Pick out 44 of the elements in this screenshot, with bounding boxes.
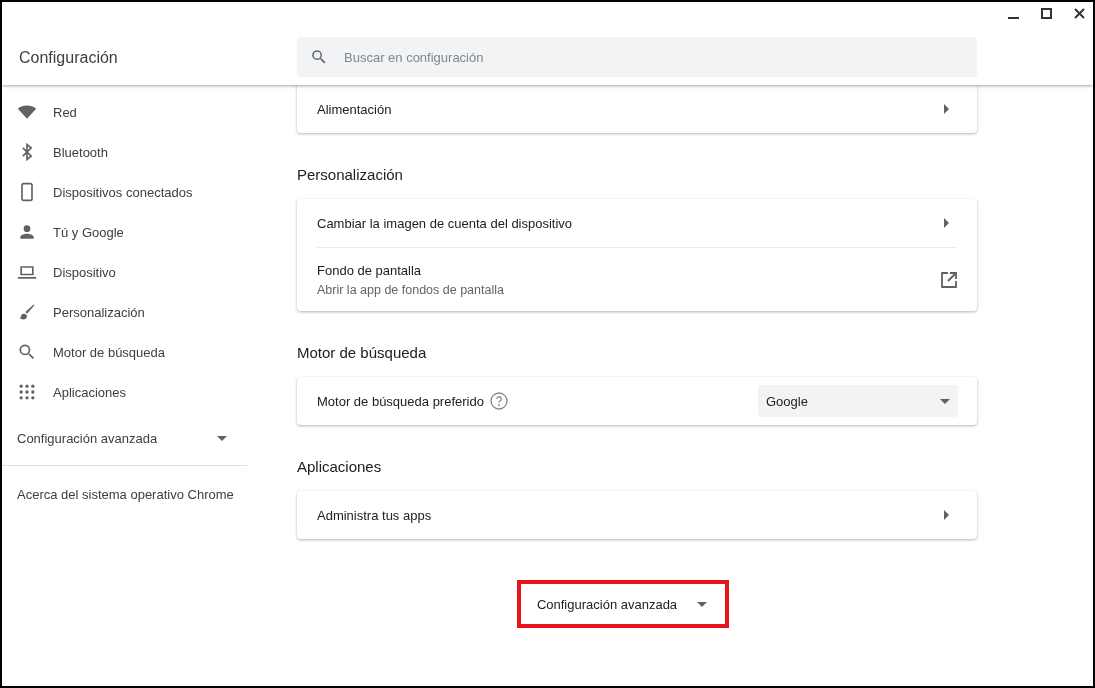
- sidebar-item[interactable]: Dispositivo: [2, 252, 247, 292]
- advanced-settings-button[interactable]: Configuración avanzada: [516, 580, 730, 628]
- settings-row[interactable]: Motor de búsqueda preferido Google: [317, 377, 957, 425]
- row-label: Cambiar la imagen de cuenta del dispositivo: [317, 215, 573, 231]
- brush-icon: [17, 302, 37, 322]
- caret-icon: [217, 435, 227, 441]
- sidebar-item[interactable]: Personalización: [2, 292, 247, 332]
- help-icon[interactable]: [489, 392, 508, 410]
- search-icon: [17, 342, 37, 362]
- settings-row[interactable]: Fondo de pantalla Abrir la app de fondos de pantalla: [317, 247, 957, 311]
- search-input[interactable]: Buscar en configuración: [342, 41, 977, 73]
- caret-icon: [940, 398, 950, 404]
- row-label: Alimentación: [317, 101, 392, 117]
- close-icon[interactable]: [1074, 8, 1085, 19]
- search-icon: [310, 48, 328, 66]
- arrow-right-icon: [944, 218, 949, 228]
- settings-row[interactable]: Administra tus apps: [317, 491, 957, 539]
- sidebar-item[interactable]: Aplicaciones: [2, 372, 247, 412]
- row-label: Administra tus apps: [317, 507, 432, 523]
- apps-icon: [17, 382, 37, 402]
- settings-row[interactable]: Alimentación: [317, 85, 957, 133]
- person-icon: [17, 222, 37, 242]
- arrow-right-icon: [944, 510, 949, 520]
- external-link-icon: [941, 271, 957, 288]
- search-engine-dropdown[interactable]: Google: [758, 385, 958, 417]
- row-description: Abrir la app de fondos de pantalla: [317, 282, 505, 297]
- arrow-right-icon: [944, 104, 949, 114]
- sidebar-item[interactable]: Bluetooth: [2, 132, 247, 172]
- sidebar-item[interactable]: Acerca del sistema operativo Chrome: [2, 466, 247, 502]
- advanced-settings-toggle[interactable]: Configuración avanzada: [2, 412, 247, 464]
- page-title: Configuración: [18, 49, 119, 67]
- section-heading: Aplicaciones: [297, 458, 383, 475]
- settings-row[interactable]: Cambiar la imagen de cuenta del dispositivo: [317, 199, 957, 247]
- row-label: Fondo de pantalla: [317, 262, 422, 278]
- sidebar-item[interactable]: Red: [2, 92, 247, 132]
- sidebar-item[interactable]: Motor de búsqueda: [2, 332, 247, 372]
- sidebar-item[interactable]: Dispositivos conectados: [2, 172, 247, 212]
- section-heading: Personalización: [297, 166, 404, 183]
- caret-icon: [697, 601, 708, 607]
- search-field[interactable]: Buscar en configuración: [297, 37, 977, 77]
- sidebar-item[interactable]: Tú y Google: [2, 212, 247, 252]
- maximize-icon[interactable]: [1041, 8, 1052, 19]
- row-label: Motor de búsqueda preferido: [317, 393, 484, 409]
- section-heading: Motor de búsqueda: [297, 344, 428, 361]
